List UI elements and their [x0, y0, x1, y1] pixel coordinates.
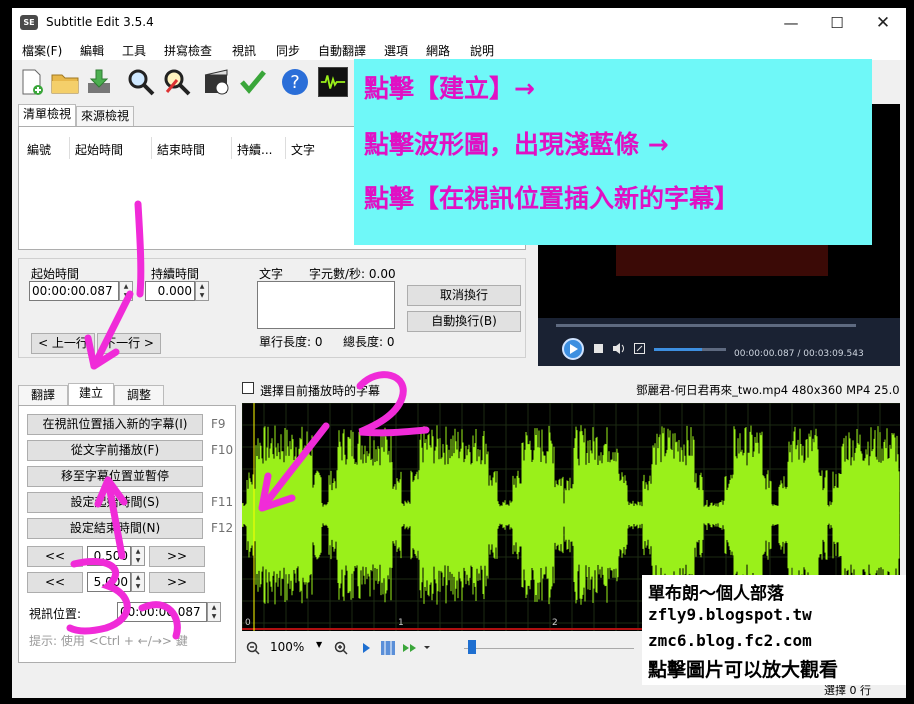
- number-three-tail: [138, 601, 181, 640]
- app-window: SE Subtitle Edit 3.5.4 — ☐ ✕ 檔案(F) 編輯 工具…: [12, 8, 906, 698]
- number-one-stroke: [134, 200, 145, 298]
- number-two-stroke: [356, 371, 430, 437]
- note-line-3: zmc6.blog.fc2.com: [648, 631, 812, 650]
- note-line-4: 點擊圖片可以放大觀看: [648, 659, 839, 681]
- note-line-2: zfly9.blogspot.tw: [648, 605, 812, 624]
- note-line-1: 單布朗～個人部落: [648, 584, 784, 604]
- number-three-stroke: [66, 557, 131, 635]
- blog-note: 單布朗～個人部落 zfly9.blogspot.tw zmc6.blog.fc2…: [642, 575, 906, 685]
